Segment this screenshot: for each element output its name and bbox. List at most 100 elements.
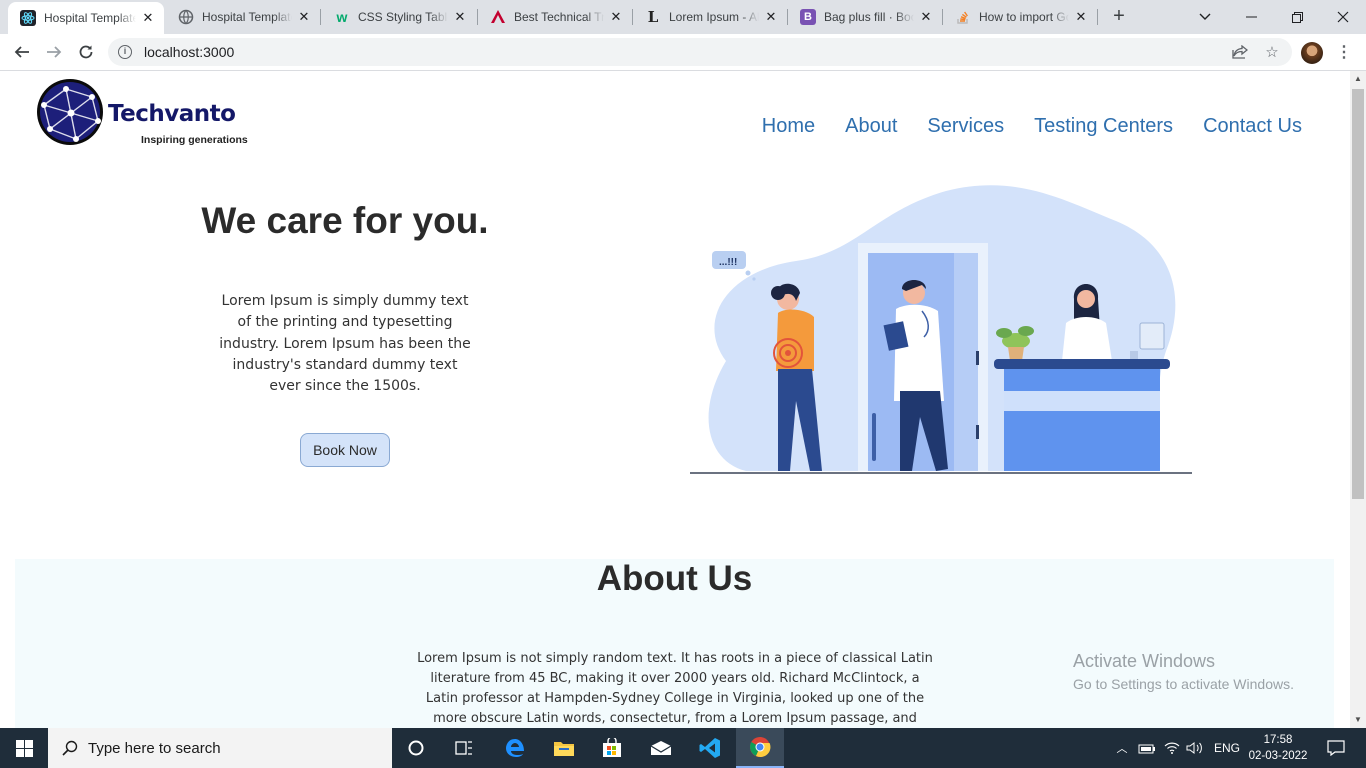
- tab-import-google-fonts[interactable]: How to import Google Fonts ✕: [943, 0, 1097, 34]
- vscode-button[interactable]: [686, 728, 734, 768]
- close-icon[interactable]: ✕: [452, 9, 468, 25]
- browser-menu-icon[interactable]: ⋮: [1336, 42, 1352, 64]
- folder-icon: [554, 742, 574, 756]
- nav-testing-centers[interactable]: Testing Centers: [1034, 115, 1173, 138]
- page-viewport: Techvanto Inspiring generations Home Abo…: [0, 71, 1350, 728]
- browser-toolbar: i localhost:3000 ☆ ⋮: [0, 34, 1366, 71]
- tab-title: CSS Styling Tables: [358, 10, 448, 24]
- tab-search-button[interactable]: [1182, 0, 1228, 34]
- tab-css-styling-tables[interactable]: w CSS Styling Tables ✕: [322, 0, 476, 34]
- vscode-icon: [699, 738, 720, 758]
- close-icon[interactable]: ✕: [140, 10, 156, 26]
- nav-contact-us[interactable]: Contact Us: [1203, 115, 1302, 138]
- scroll-up-icon[interactable]: ▲: [1350, 71, 1366, 87]
- nav-home[interactable]: Home: [762, 115, 815, 138]
- activate-windows-watermark: Activate Windows Go to Settings to activ…: [1073, 651, 1294, 692]
- scrollbar-thumb[interactable]: [1352, 89, 1364, 499]
- minimize-button[interactable]: [1228, 0, 1274, 34]
- info-icon[interactable]: i: [118, 45, 132, 59]
- window-close-button[interactable]: [1320, 0, 1366, 34]
- watermark-line-1: Activate Windows: [1073, 651, 1216, 671]
- logo-brand-name: Techvanto: [108, 101, 236, 127]
- search-icon: [62, 740, 78, 756]
- address-bar[interactable]: i localhost:3000 ☆: [108, 38, 1292, 66]
- cortana-button[interactable]: [392, 728, 440, 768]
- hero-description: Lorem Ipsum is simply dummy text of the …: [219, 293, 471, 395]
- notification-icon: [1327, 740, 1345, 756]
- taskbar-clock[interactable]: 17:58 02-03-2022: [1248, 732, 1308, 764]
- edge-icon: [506, 739, 524, 757]
- page-scrollbar[interactable]: ▲ ▼: [1350, 71, 1366, 728]
- mail-button[interactable]: [637, 728, 685, 768]
- battery-icon[interactable]: [1138, 741, 1156, 755]
- notifications-button[interactable]: [1312, 728, 1360, 768]
- hospital-reception-illustration: ...!!!: [690, 185, 1192, 474]
- file-explorer-button[interactable]: [540, 728, 588, 768]
- tab-lorem-ipsum[interactable]: L Lorem Ipsum - All the facts ✕: [633, 0, 787, 34]
- start-button[interactable]: [0, 728, 48, 768]
- system-tray: ︿ ENG: [1114, 728, 1241, 768]
- close-icon[interactable]: ✕: [918, 9, 934, 25]
- url-text: localhost:3000: [144, 44, 235, 60]
- minimize-icon: [1245, 16, 1257, 18]
- react-icon: [20, 10, 36, 26]
- tab-title: Bag plus fill · Bootstrap: [824, 10, 914, 24]
- tab-separator: [1097, 9, 1098, 25]
- scroll-down-icon[interactable]: ▼: [1350, 712, 1366, 728]
- restore-button[interactable]: [1274, 0, 1320, 34]
- tab-title: Lorem Ipsum - All the facts: [669, 10, 759, 24]
- lorem-icon: L: [647, 8, 659, 26]
- tab-hospital-template-2[interactable]: Hospital Template ✕: [166, 0, 320, 34]
- chrome-taskbar-button[interactable]: [736, 728, 784, 768]
- profile-avatar[interactable]: [1301, 42, 1323, 64]
- stackoverflow-icon: [955, 9, 971, 25]
- windows-taskbar: Type here to search ︿ ENG 17:58 02-03-20…: [0, 728, 1366, 768]
- arrow-left-icon: [14, 46, 29, 58]
- book-now-button[interactable]: Book Now: [300, 433, 390, 467]
- bookmark-star-icon[interactable]: ☆: [1260, 38, 1284, 66]
- w3schools-icon: w: [336, 9, 348, 25]
- tab-separator: [320, 9, 321, 25]
- share-icon[interactable]: [1228, 38, 1252, 66]
- bootstrap-icon: B: [800, 9, 816, 25]
- angular-icon: [490, 9, 506, 25]
- mail-icon: [650, 741, 672, 755]
- tab-title: Hospital Template: [44, 11, 136, 25]
- main-nav: Home About Services Testing Centers Cont…: [762, 115, 1302, 138]
- task-view-icon: [455, 741, 472, 755]
- restore-icon: [1291, 11, 1303, 23]
- nav-services[interactable]: Services: [927, 115, 1004, 138]
- new-tab-button[interactable]: +: [1108, 5, 1130, 27]
- arrow-right-icon: [47, 46, 62, 58]
- wifi-icon[interactable]: [1164, 741, 1180, 755]
- about-section: About Us Lorem Ipsum is not simply rando…: [15, 559, 1334, 728]
- site-logo[interactable]: Techvanto Inspiring generations: [36, 77, 248, 149]
- speech-bubble-text: ...!!!: [719, 257, 737, 268]
- close-icon: [1337, 11, 1349, 23]
- taskbar-search-box[interactable]: Type here to search: [48, 728, 392, 768]
- store-bag-icon: [603, 738, 621, 757]
- logo-tagline: Inspiring generations: [141, 134, 248, 146]
- reload-icon: [79, 45, 93, 59]
- back-button[interactable]: [8, 38, 36, 66]
- windows-logo-icon: [15, 739, 33, 757]
- chevron-up-icon[interactable]: ︿: [1114, 740, 1130, 756]
- tab-best-technical-training[interactable]: Best Technical Training ✕: [478, 0, 632, 34]
- clock-date: 02-03-2022: [1248, 750, 1308, 762]
- close-icon[interactable]: ✕: [763, 9, 779, 25]
- language-indicator[interactable]: ENG: [1214, 741, 1240, 755]
- tab-bag-plus-fill[interactable]: B Bag plus fill · Bootstrap ✕: [788, 0, 942, 34]
- close-icon[interactable]: ✕: [608, 9, 624, 25]
- nav-about[interactable]: About: [845, 115, 897, 138]
- tab-title: Best Technical Training: [514, 10, 604, 24]
- tab-hospital-template-active[interactable]: Hospital Template ✕: [8, 2, 164, 34]
- edge-taskbar-button[interactable]: [491, 728, 539, 768]
- reload-button[interactable]: [72, 38, 100, 66]
- close-icon[interactable]: ✕: [1073, 9, 1089, 25]
- close-icon[interactable]: ✕: [296, 9, 312, 25]
- forward-button[interactable]: [40, 38, 68, 66]
- cortana-circle-icon: [408, 740, 424, 756]
- task-view-button[interactable]: [440, 728, 488, 768]
- store-button[interactable]: [588, 728, 636, 768]
- volume-icon[interactable]: [1186, 741, 1204, 755]
